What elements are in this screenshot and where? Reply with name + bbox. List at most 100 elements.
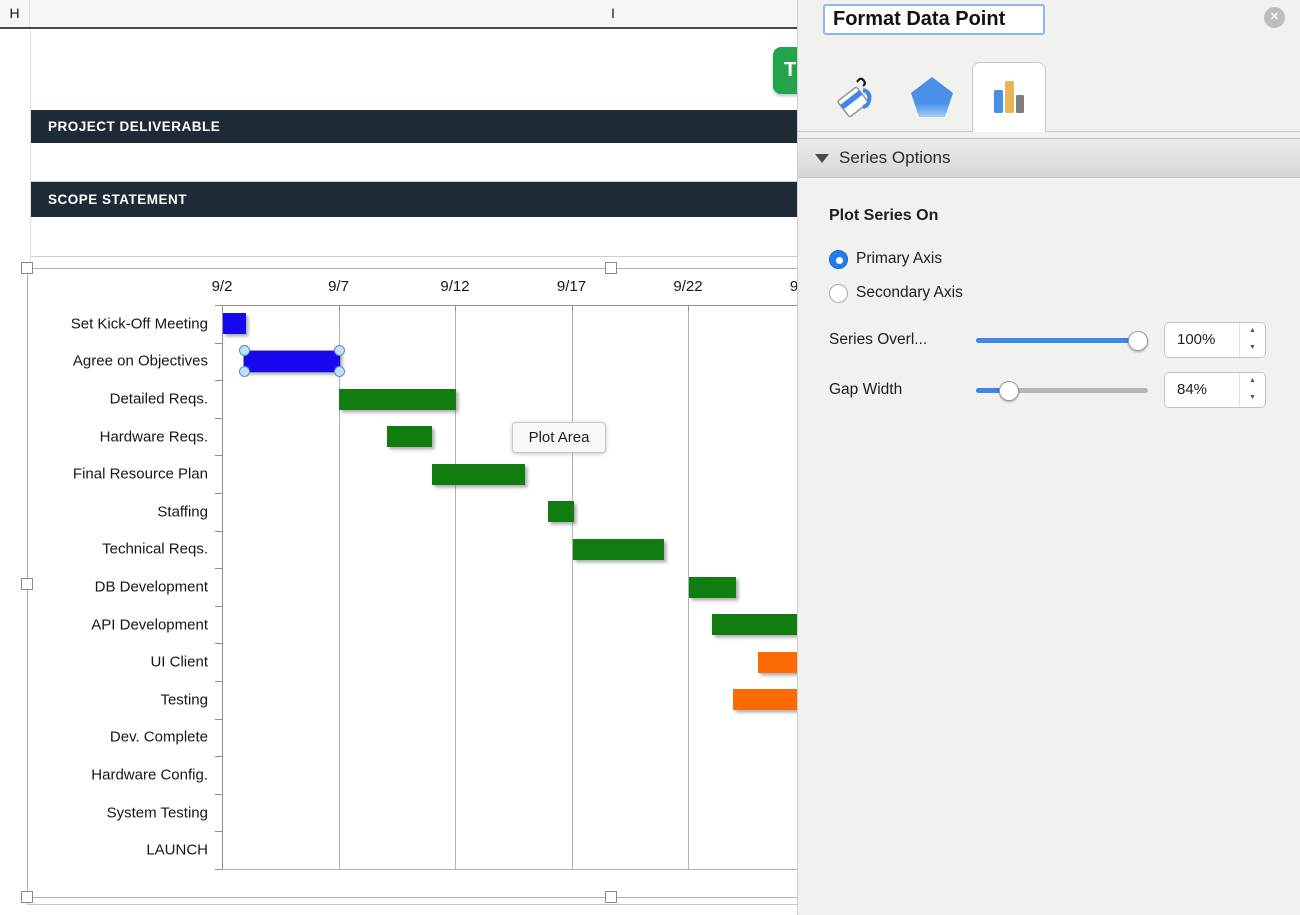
tab-separator — [798, 131, 1300, 132]
axis-tick — [215, 681, 222, 682]
gantt-bar[interactable] — [548, 501, 574, 522]
primary-axis-radio[interactable] — [829, 250, 848, 269]
chart-resize-handle[interactable] — [605, 262, 617, 274]
axis-tick — [572, 305, 573, 311]
axis-tick — [215, 380, 222, 381]
gantt-bar[interactable] — [223, 313, 246, 334]
task-label: Dev. Complete — [36, 729, 208, 746]
tab-series-options[interactable] — [972, 62, 1046, 132]
gantt-bar[interactable] — [573, 539, 664, 560]
x-tick-label: 9/22 — [673, 278, 702, 295]
axis-tick — [215, 418, 222, 419]
chart-resize-handle[interactable] — [21, 891, 33, 903]
category-axis-line — [222, 305, 223, 869]
axis-tick — [339, 305, 340, 311]
primary-axis-option[interactable]: Primary Axis — [829, 249, 942, 269]
gap-width-value[interactable]: 84% — [1165, 373, 1239, 407]
axis-tick — [222, 305, 223, 311]
tab-effects[interactable] — [895, 62, 969, 132]
spin-down-icon[interactable]: ▼ — [1240, 390, 1265, 407]
spin-up-icon[interactable]: ▲ — [1240, 373, 1265, 390]
task-label: Staffing — [36, 503, 208, 520]
task-label: Technical Reqs. — [36, 541, 208, 558]
task-label: LAUNCH — [36, 842, 208, 859]
axis-tick — [215, 756, 222, 757]
axis-tick — [455, 305, 456, 311]
paint-bucket-icon — [833, 74, 877, 120]
tab-fill-line[interactable] — [818, 62, 892, 132]
chart-frame-bottom — [27, 897, 797, 898]
pentagon-icon — [909, 74, 955, 120]
slider-thumb[interactable] — [999, 381, 1019, 401]
chart-gridline — [572, 305, 573, 869]
task-label: Set Kick-Off Meeting — [36, 315, 208, 332]
date-axis-line — [222, 305, 797, 306]
gantt-bar[interactable] — [244, 351, 340, 372]
task-label: API Development — [36, 616, 208, 633]
axis-tick — [215, 794, 222, 795]
axis-tick — [215, 643, 222, 644]
series-overlap-label: Series Overl... — [829, 331, 927, 349]
gap-width-label: Gap Width — [829, 381, 902, 399]
task-label: UI Client — [36, 654, 208, 671]
chart-frame-top — [27, 268, 797, 269]
gantt-bar[interactable] — [432, 464, 525, 485]
spinner-buttons[interactable]: ▲▼ — [1239, 323, 1265, 357]
task-label: Hardware Reqs. — [36, 428, 208, 445]
chart-resize-handle[interactable] — [21, 262, 33, 274]
axis-tick — [688, 305, 689, 311]
bar-selection-handle[interactable] — [239, 366, 250, 377]
axis-tick — [215, 568, 222, 569]
task-label: Final Resource Plan — [36, 466, 208, 483]
gantt-bar[interactable] — [689, 577, 736, 598]
task-label: Hardware Config. — [36, 767, 208, 784]
axis-tick — [215, 305, 222, 306]
bar-chart-icon — [990, 79, 1028, 117]
axis-tick — [215, 343, 222, 344]
chart-resize-handle[interactable] — [605, 891, 617, 903]
series-overlap-slider[interactable] — [976, 331, 1148, 351]
axis-tick — [215, 719, 222, 720]
secondary-axis-option[interactable]: Secondary Axis — [829, 283, 963, 303]
spinner-buttons[interactable]: ▲▼ — [1239, 373, 1265, 407]
axis-tick — [215, 869, 222, 870]
bar-selection-handle[interactable] — [334, 345, 345, 356]
gap-width-spinner[interactable]: 84% ▲▼ — [1164, 372, 1266, 408]
axis-tick — [215, 455, 222, 456]
bar-selection-handle[interactable] — [239, 345, 250, 356]
slider-track[interactable] — [976, 338, 1148, 343]
primary-axis-label: Primary Axis — [856, 250, 942, 268]
plot-bottom-line — [222, 869, 797, 870]
series-options-title: Series Options — [839, 148, 951, 168]
spin-up-icon[interactable]: ▲ — [1240, 323, 1265, 340]
series-overlap-value[interactable]: 100% — [1165, 323, 1239, 357]
axis-tick — [215, 606, 222, 607]
x-tick-label: 9/2 — [212, 278, 233, 295]
bar-selection-handle[interactable] — [334, 366, 345, 377]
plot-area-tooltip: Plot Area — [512, 422, 606, 453]
secondary-axis-label: Secondary Axis — [856, 284, 963, 302]
axis-tick — [215, 831, 222, 832]
axis-tick — [215, 493, 222, 494]
gantt-bar[interactable] — [339, 389, 457, 410]
collapse-triangle-icon — [815, 154, 829, 163]
gantt-bar[interactable] — [387, 426, 431, 447]
chart-resize-handle[interactable] — [21, 578, 33, 590]
task-label: Detailed Reqs. — [36, 391, 208, 408]
series-options-header[interactable]: Series Options — [798, 138, 1300, 178]
gap-width-slider[interactable] — [976, 381, 1148, 401]
task-label: System Testing — [36, 804, 208, 821]
spin-down-icon[interactable]: ▼ — [1240, 340, 1265, 357]
task-label: Testing — [36, 691, 208, 708]
axis-tick — [215, 531, 222, 532]
task-label: DB Development — [36, 579, 208, 596]
close-icon[interactable]: ✕ — [1264, 7, 1285, 28]
panel-title-field[interactable]: Format Data Point — [823, 4, 1045, 35]
x-tick-label: 9/7 — [328, 278, 349, 295]
secondary-axis-radio[interactable] — [829, 284, 848, 303]
series-overlap-spinner[interactable]: 100% ▲▼ — [1164, 322, 1266, 358]
x-tick-label: 9/17 — [557, 278, 586, 295]
plot-series-on-label: Plot Series On — [829, 207, 938, 225]
slider-thumb[interactable] — [1128, 331, 1148, 351]
x-tick-label: 9/12 — [440, 278, 469, 295]
